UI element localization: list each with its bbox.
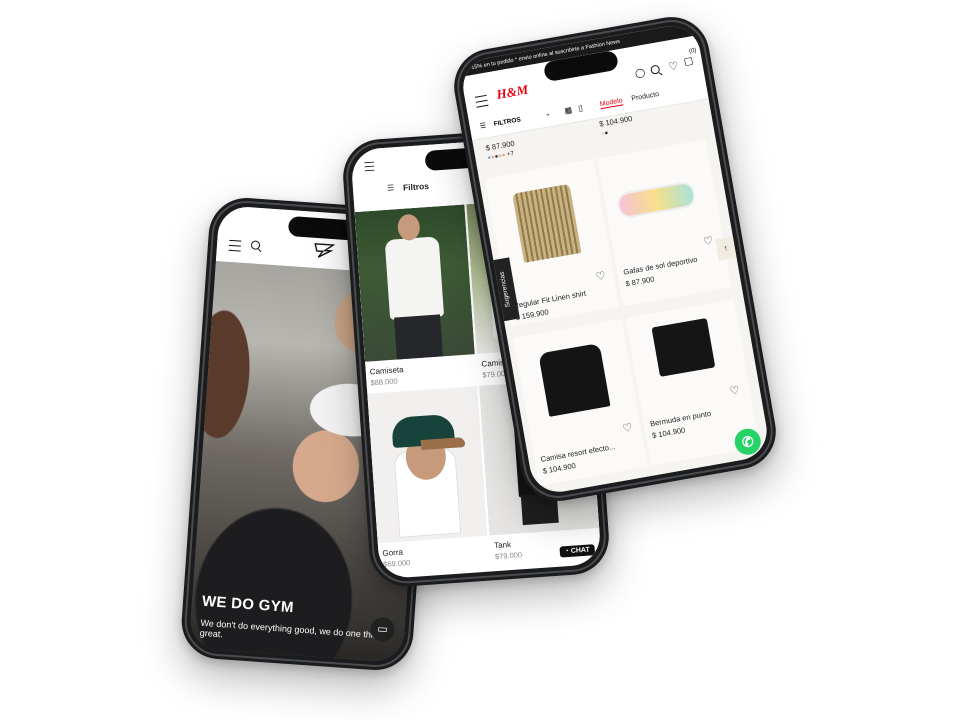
hm-logo[interactable]: H&M xyxy=(495,82,529,103)
product-name: Gafas de sol deportivo xyxy=(622,254,699,277)
menu-icon[interactable] xyxy=(364,161,375,172)
tab-modelo[interactable]: Modelo xyxy=(599,97,624,110)
product-price: $79.000 xyxy=(494,550,523,562)
gymshark-logo-icon[interactable] xyxy=(312,242,336,259)
cart-icon[interactable]: ▢ xyxy=(683,55,694,67)
filters-label[interactable]: FILTROS xyxy=(493,116,521,128)
product-image xyxy=(538,342,611,417)
heart-icon[interactable]: ♡ xyxy=(729,384,741,398)
tab-producto[interactable]: Producto xyxy=(631,91,660,103)
product-card[interactable]: ♡ Camisa resort efecto... $ 104.900 xyxy=(513,318,648,486)
search-icon[interactable] xyxy=(250,240,261,250)
filter-label[interactable]: Filtros xyxy=(403,181,430,193)
filter-icon[interactable]: ☰ xyxy=(387,183,395,192)
heart-icon[interactable]: ♡ xyxy=(702,235,714,249)
product-name: Gorra xyxy=(382,547,404,558)
cart-count: (0) xyxy=(688,47,697,55)
color-swatches[interactable]: ●●●●● +7 xyxy=(487,151,514,162)
single-view-icon[interactable]: ▯ xyxy=(578,103,584,113)
product-price: $ 159.900 xyxy=(514,307,550,323)
menu-icon[interactable] xyxy=(474,94,489,108)
product-price: $69.000 xyxy=(382,558,411,569)
product-tile[interactable]: Camiseta $88.000 xyxy=(354,204,477,390)
product-name: Camisa resort efecto... xyxy=(539,441,616,464)
heart-icon[interactable]: ♡ xyxy=(667,59,680,74)
color-swatches[interactable]: ●● xyxy=(601,130,609,137)
filter-icon[interactable]: ☰ xyxy=(479,121,486,130)
chat-label: CHAT xyxy=(570,546,590,555)
product-image xyxy=(354,204,475,362)
heart-icon[interactable]: ♡ xyxy=(622,422,634,436)
product-image xyxy=(618,182,695,218)
menu-icon[interactable] xyxy=(228,239,242,252)
product-name: Tank xyxy=(493,540,512,551)
product-price: $88.000 xyxy=(370,376,398,388)
product-image xyxy=(512,183,582,263)
product-price: $ 104.900 xyxy=(541,461,577,476)
product-name: Camiseta xyxy=(369,365,404,377)
scroll-top-icon[interactable]: ↑ xyxy=(715,236,737,261)
more-colors: +7 xyxy=(506,151,515,159)
product-image xyxy=(651,317,716,377)
product-price: $ 87.900 xyxy=(624,274,656,289)
product-price: $ 104.900 xyxy=(651,425,686,441)
heart-icon[interactable]: ♡ xyxy=(595,270,607,284)
account-icon[interactable]: ◯ xyxy=(634,67,646,80)
search-icon[interactable] xyxy=(650,64,661,75)
product-name: Regular Fit Linen shirt xyxy=(512,288,587,311)
chevron-down-icon[interactable]: ⌄ xyxy=(544,109,551,118)
product-tile[interactable]: Gorra $69.000 xyxy=(367,385,490,572)
product-image xyxy=(367,385,488,544)
product-card[interactable]: ♡ Gafas de sol deportivo $ 87.900 xyxy=(597,139,732,307)
grid-icon[interactable]: ▦ xyxy=(564,105,573,115)
